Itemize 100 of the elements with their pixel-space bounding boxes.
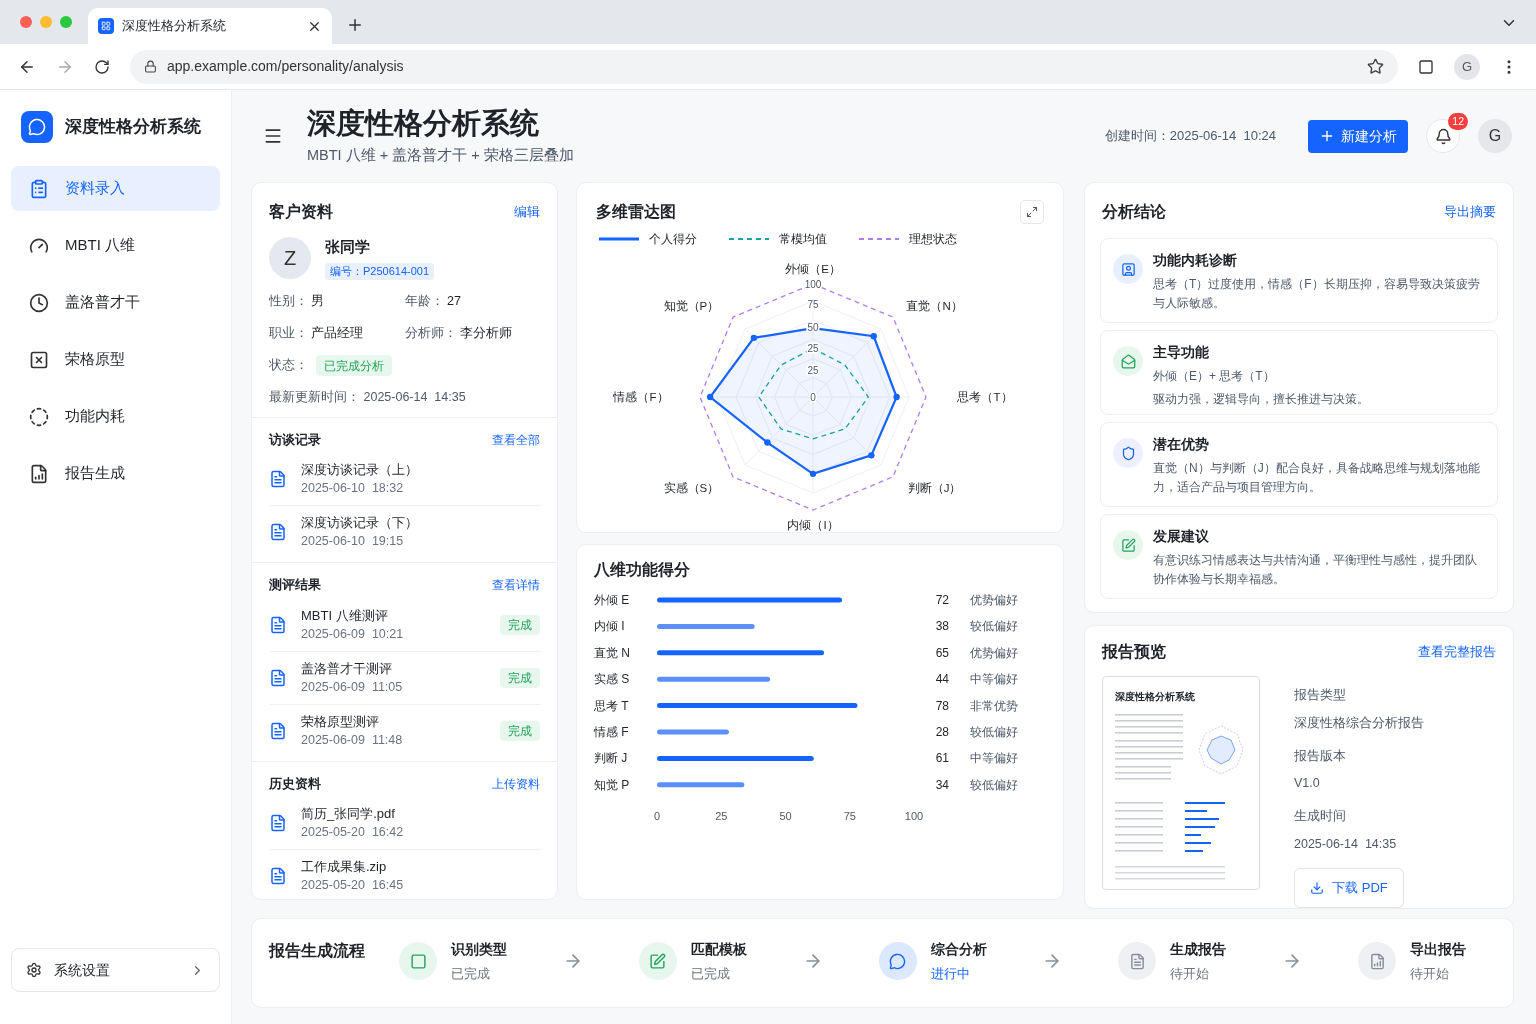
status-tag: 完成 <box>500 667 540 688</box>
menu-icon[interactable] <box>263 126 283 146</box>
section-link[interactable]: 查看详情 <box>492 576 540 594</box>
conclusion-title: 潜在优势 <box>1153 436 1210 454</box>
section-link[interactable]: 上传资料 <box>492 774 540 793</box>
value-label: 38 <box>935 619 949 634</box>
category-label: 知觉 P <box>594 777 630 792</box>
category-label: 实感 S <box>594 672 630 687</box>
client-field: 性别： 男 <box>269 291 405 311</box>
new-analysis-button[interactable]: 新建分析 <box>1308 119 1408 153</box>
profile-avatar[interactable]: G <box>1454 53 1480 80</box>
value-label: 28 <box>935 725 949 739</box>
edit-icon <box>638 942 677 981</box>
address-bar[interactable]: app.example.com/personality/analysis <box>130 49 1398 84</box>
status-tag: 完成 <box>500 720 540 741</box>
conclusion-title: 主导功能 <box>1153 344 1210 362</box>
expand-button[interactable] <box>1020 200 1044 224</box>
sidebar-item[interactable]: 功能内耗 <box>11 394 220 439</box>
user-avatar[interactable]: G <box>1478 119 1512 153</box>
file-name[interactable]: 盖洛普才干测评 <box>301 658 486 678</box>
expand-icon <box>1026 206 1038 218</box>
sidebar-item[interactable]: 荣格原型 <box>11 337 220 382</box>
settings-icon <box>26 962 42 978</box>
rating-label: 优势偏好 <box>970 645 1018 660</box>
document-icon <box>269 867 287 886</box>
file-name[interactable]: 简历_张同学.pdf <box>301 804 540 824</box>
reload-icon[interactable] <box>94 58 110 75</box>
file-name[interactable]: 荣格原型测评 <box>301 711 486 731</box>
portrait-icon <box>1113 254 1143 284</box>
field-label: 报告类型 <box>1294 687 1347 704</box>
page-subtitle: MBTI 八维 + 盖洛普才干 + 荣格三层叠加 <box>307 146 574 166</box>
tick-label: 100 <box>904 810 924 822</box>
section-link[interactable]: 查看全部 <box>492 430 540 449</box>
conclusion-title: 发展建议 <box>1153 528 1210 546</box>
document-icon <box>1118 942 1157 981</box>
file-name[interactable]: MBTI 八维测评 <box>301 605 486 625</box>
field-value: 深度性格综合分析报告 <box>1294 714 1424 732</box>
axis-label: 知觉（P） <box>663 300 720 313</box>
open-envelope-icon <box>1113 346 1143 376</box>
axis-label: 直觉（N） <box>906 300 963 313</box>
sidebar-toggle-icon[interactable] <box>1418 58 1434 75</box>
client-name: 张同学 <box>325 237 371 257</box>
axis-label: 情感（F） <box>613 391 669 403</box>
section-title: 访谈记录 <box>269 430 321 449</box>
brand-logo-icon <box>21 111 53 143</box>
category-label: 情感 F <box>594 725 629 739</box>
client-field: 分析师： 李分析师 <box>404 324 540 343</box>
bookmark-star-icon[interactable] <box>1367 58 1384 75</box>
file-name[interactable]: 深度访谈记录（上） <box>301 460 540 480</box>
axis-label: 思考（T） <box>957 391 1013 403</box>
field-value: 2025-06-14 14:35 <box>1294 835 1398 853</box>
tick-label: 75 <box>843 810 856 822</box>
sidebar-item[interactable]: 报告生成 <box>11 451 220 496</box>
category-label: 判断 J <box>594 751 628 766</box>
nav-icon <box>29 349 49 370</box>
sidebar-item[interactable]: MBTI 八维 <box>11 223 220 268</box>
axis-label: 实感（S） <box>663 481 720 494</box>
document-icon <box>269 470 287 489</box>
card-title: 报告生成流程 <box>269 941 366 961</box>
step-label: 综合分析 <box>930 940 987 959</box>
nav-icon <box>29 178 49 199</box>
file-name[interactable]: 深度访谈记录（下） <box>301 513 540 533</box>
edit-link[interactable]: 编辑 <box>514 202 540 222</box>
download-icon <box>1310 880 1325 895</box>
client-field: 年龄： 27 <box>404 291 540 311</box>
conclusion-text: 驱动力强，逻辑导向，擅长推进与决策。 <box>1153 391 1369 409</box>
rating-label: 较低偏好 <box>970 777 1018 792</box>
value-label: 72 <box>935 593 949 607</box>
settings-button[interactable]: 系统设置 <box>11 948 220 992</box>
new-tab-icon[interactable] <box>346 16 364 34</box>
sidebar-item[interactable]: 资料录入 <box>11 166 220 211</box>
export-link[interactable]: 导出摘要 <box>1444 202 1496 222</box>
conclusion-text: 直觉（N）与判断（J）配合良好，具备战略思维与规划落地能力，适合产品与项目管理方向。 <box>1153 460 1481 497</box>
tick-label: 50 <box>779 810 792 822</box>
bell-icon <box>1434 127 1452 145</box>
report-thumbnail[interactable]: 深度性格分析系统 <box>1102 676 1260 890</box>
field-label: 报告版本 <box>1294 747 1347 765</box>
download-pdf-button[interactable]: 下载 PDF <box>1294 867 1404 908</box>
document-icon <box>269 523 287 542</box>
created-time: 创建时间：2025-06-14 10:24 <box>1104 127 1276 146</box>
document-icon <box>269 668 287 687</box>
field-label: 生成时间 <box>1294 808 1347 825</box>
file-time: 2025-05-20 16:42 <box>301 824 405 842</box>
field-value: V1.0 <box>1294 775 1321 793</box>
conclusion-text: 有意识练习情感表达与共情沟通，平衡理性与感性，提升团队协作体验与长期幸福感。 <box>1153 552 1478 589</box>
view-report-link[interactable]: 查看完整报告 <box>1418 642 1496 662</box>
sidebar-item[interactable]: 盖洛普才干 <box>11 280 220 325</box>
browser-tab[interactable]: 深度性格分析系统 <box>88 8 332 44</box>
file-time: 2025-06-09 10:21 <box>301 625 405 643</box>
rating-label: 中等偏好 <box>970 751 1018 766</box>
conclusion-title: 功能内耗诊断 <box>1153 252 1238 270</box>
nav-icon <box>29 292 49 313</box>
chat-bubble-icon <box>878 942 917 981</box>
document-icon <box>269 721 287 740</box>
card-title: 分析结论 <box>1102 202 1166 222</box>
file-name[interactable]: 工作成果集.zip <box>301 857 540 877</box>
step-status: 待开始 <box>1170 965 1211 983</box>
legend-label: 个人得分 <box>649 231 697 248</box>
card-title: 八维功能得分 <box>594 560 691 580</box>
value-label: 65 <box>935 645 949 660</box>
